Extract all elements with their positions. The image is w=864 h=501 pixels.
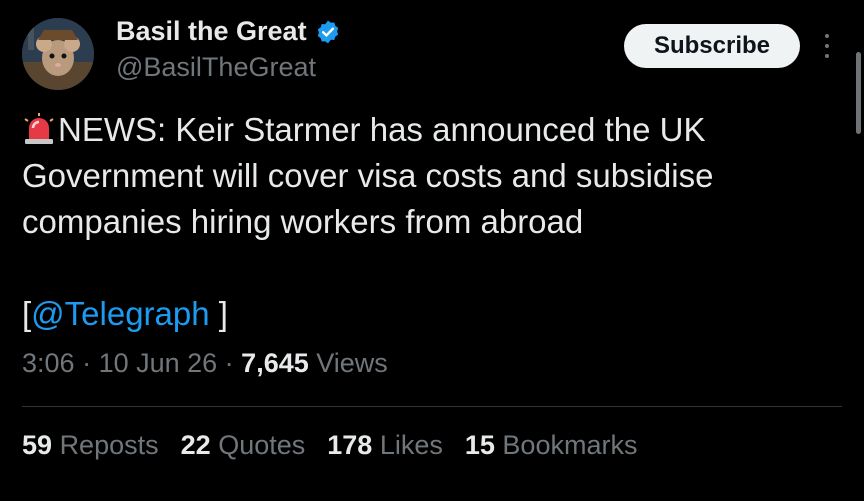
tweet-body: NEWS: Keir Starmer has announced the UK … — [22, 111, 714, 240]
author-handle[interactable]: @BasilTheGreat — [116, 52, 316, 83]
tweet-meta: 3:06 · 10 Jun 26 · 7,645 Views — [22, 348, 388, 379]
divider — [22, 406, 842, 407]
meta-separator: · — [217, 348, 242, 378]
more-dot — [825, 44, 829, 48]
quotes-stat[interactable]: 22 Quotes — [181, 430, 306, 461]
verified-badge-icon — [315, 19, 341, 45]
reposts-count: 59 — [22, 430, 53, 460]
source-bracket-open: [ — [22, 295, 32, 332]
author-name[interactable]: Basil the Great — [116, 16, 307, 47]
subscribe-button[interactable]: Subscribe — [624, 24, 800, 68]
bookmarks-stat[interactable]: 15 Bookmarks — [465, 430, 638, 461]
likes-stat[interactable]: 178 Likes — [327, 430, 443, 461]
tweet-time[interactable]: 3:06 — [22, 348, 75, 378]
tweet-text: NEWS: Keir Starmer has announced the UK … — [22, 107, 832, 245]
reposts-stat[interactable]: 59 Reposts — [22, 430, 159, 461]
meta-separator: · — [74, 348, 99, 378]
likes-count: 178 — [327, 430, 373, 460]
source-bracket-close: ] — [209, 295, 228, 332]
bookmarks-count: 15 — [464, 430, 495, 460]
likes-label: Likes — [379, 430, 443, 460]
views-count: 7,645 — [241, 348, 309, 378]
bookmarks-label: Bookmarks — [502, 430, 638, 460]
views-label: Views — [308, 348, 388, 378]
reposts-label: Reposts — [59, 430, 159, 460]
scrollbar[interactable] — [856, 52, 861, 134]
quotes-count: 22 — [180, 430, 211, 460]
avatar[interactable] — [22, 18, 94, 90]
more-options-icon[interactable] — [820, 34, 834, 58]
tweet-date[interactable]: 10 Jun 26 — [99, 348, 218, 378]
tweet-source: [@Telegraph ] — [22, 291, 228, 337]
more-dot — [825, 34, 829, 38]
author-name-row: Basil the Great — [116, 16, 341, 47]
quotes-label: Quotes — [218, 430, 306, 460]
engagement-stats: 59 Reposts 22 Quotes 178 Likes 15 Bookma… — [22, 430, 637, 461]
more-dot — [825, 54, 829, 58]
siren-icon — [22, 111, 56, 144]
telegraph-mention-link[interactable]: @Telegraph — [31, 295, 209, 332]
